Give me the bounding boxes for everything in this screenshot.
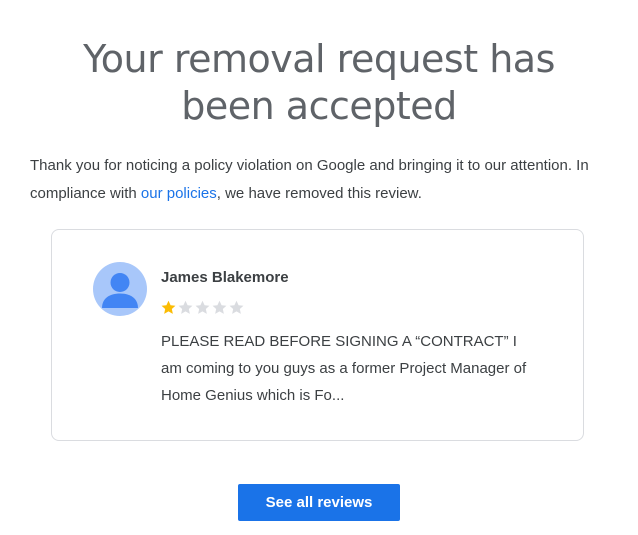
reviewer-name: James Blakemore: [161, 269, 289, 286]
star-empty-icon: [212, 300, 227, 314]
star-rating: [160, 299, 245, 317]
our-policies-link[interactable]: our policies: [141, 185, 217, 202]
see-all-reviews-button[interactable]: See all reviews: [238, 484, 400, 521]
confirmation-message: Thank you for noticing a policy violatio…: [30, 152, 615, 208]
person-avatar-icon: [93, 262, 147, 316]
page-title: Your removal request has been accepted: [0, 36, 638, 130]
star-empty-icon: [229, 300, 244, 314]
star-empty-icon: [178, 300, 193, 314]
page-title-line-1: Your removal request has: [83, 37, 555, 81]
star-empty-icon: [195, 300, 210, 314]
message-text-end: , we have removed this review.: [216, 185, 422, 202]
review-text: PLEASE READ BEFORE SIGNING A “CONTRACT” …: [161, 333, 527, 404]
page-title-line-2: been accepted: [181, 84, 457, 128]
star-filled-icon: [161, 300, 176, 314]
review-card: James Blakemore PLEASE READ BEFORE SIGNI…: [51, 229, 584, 441]
